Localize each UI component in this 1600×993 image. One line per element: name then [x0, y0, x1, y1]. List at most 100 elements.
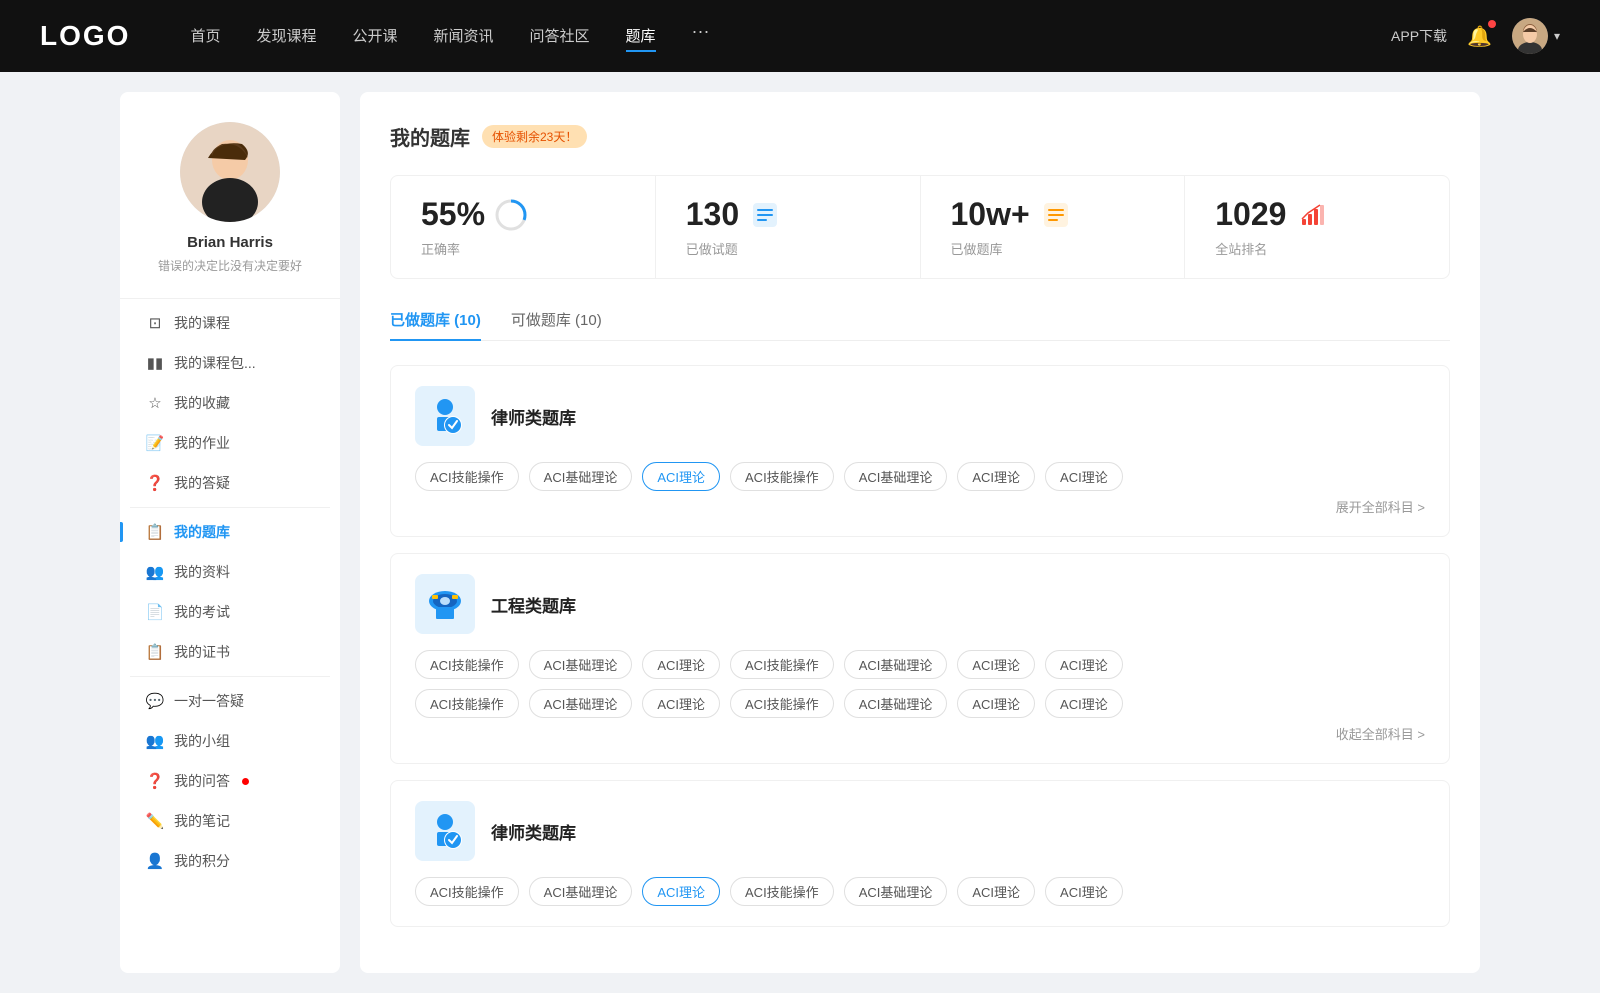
sidebar-item-one-on-one[interactable]: 💬 一对一答疑 [130, 681, 330, 721]
tag[interactable]: ACI技能操作 [730, 877, 834, 906]
sidebar-divider-1 [120, 298, 340, 299]
sidebar-item-favorites[interactable]: ☆ 我的收藏 [130, 383, 330, 423]
tag[interactable]: ACI基础理论 [844, 650, 948, 679]
bank-name-1: 律师类题库 [491, 404, 576, 429]
nav-quiz[interactable]: 题库 [626, 21, 656, 52]
collapse-link[interactable]: 收起全部科目 > [415, 724, 1425, 743]
courses-icon: ⊡ [146, 314, 164, 332]
qa-icon: ❓ [146, 474, 164, 492]
sidebar-item-quiz-bank[interactable]: 📋 我的题库 [130, 512, 330, 552]
sidebar-username: Brian Harris [187, 234, 273, 251]
tag[interactable]: ACI理论 [957, 462, 1035, 491]
sidebar-item-qa[interactable]: ❓ 我的答疑 [130, 463, 330, 503]
tag[interactable]: ACI基础理论 [844, 689, 948, 718]
list-orange-icon [1040, 199, 1072, 231]
stat-ranking: 1029 全站排名 [1185, 176, 1449, 278]
stat-accuracy: 55% 正确率 [391, 176, 656, 278]
bank-card-lawyer-2: 律师类题库 ACI技能操作 ACI基础理论 ACI理论 ACI技能操作 ACI基… [390, 780, 1450, 927]
stat-label-accuracy: 正确率 [421, 239, 625, 258]
sidebar-item-label: 我的考试 [174, 602, 230, 622]
bank-tags-3: ACI技能操作 ACI基础理论 ACI理论 ACI技能操作 ACI基础理论 AC… [415, 877, 1425, 906]
bank-avatar-engineer [415, 574, 475, 634]
homework-icon: 📝 [146, 434, 164, 452]
tag[interactable]: ACI技能操作 [415, 650, 519, 679]
sidebar-item-notes[interactable]: ✏️ 我的笔记 [130, 801, 330, 841]
notification-badge [1488, 20, 1496, 28]
tag[interactable]: ACI技能操作 [415, 462, 519, 491]
tag[interactable]: ACI技能操作 [415, 877, 519, 906]
sidebar-item-label: 我的课程 [174, 313, 230, 333]
tag[interactable]: ACI基础理论 [844, 877, 948, 906]
sidebar-item-points[interactable]: 👤 我的积分 [130, 841, 330, 881]
tag[interactable]: ACI理论 [1045, 462, 1123, 491]
tag[interactable]: ACI技能操作 [730, 650, 834, 679]
sidebar-item-materials[interactable]: 👥 我的资料 [130, 552, 330, 592]
navbar-right: APP下载 🔔 ▾ [1391, 18, 1560, 54]
bank-card-engineer: 工程类题库 ACI技能操作 ACI基础理论 ACI理论 ACI技能操作 ACI基… [390, 553, 1450, 764]
sidebar-divider-3 [130, 676, 330, 677]
nav-news[interactable]: 新闻资讯 [434, 21, 494, 52]
stat-value-banks: 10w+ [951, 196, 1030, 233]
sidebar-item-label: 我的资料 [174, 562, 230, 582]
tag[interactable]: ACI基础理论 [529, 877, 633, 906]
expand-link-1[interactable]: 展开全部科目 > [415, 497, 1425, 516]
stat-value-ranking: 1029 [1215, 196, 1286, 233]
sidebar-item-label: 我的笔记 [174, 811, 230, 831]
sidebar-item-my-courses[interactable]: ⊡ 我的课程 [130, 303, 330, 343]
tag[interactable]: ACI基础理论 [844, 462, 948, 491]
tag[interactable]: ACI技能操作 [730, 689, 834, 718]
sidebar-item-group[interactable]: 👥 我的小组 [130, 721, 330, 761]
tag[interactable]: ACI基础理论 [529, 650, 633, 679]
bank-avatar-lawyer-2 [415, 801, 475, 861]
tag[interactable]: ACI基础理论 [529, 462, 633, 491]
sidebar: Brian Harris 错误的决定比没有决定要好 ⊡ 我的课程 ▮▮ 我的课程… [120, 92, 340, 973]
tag[interactable]: ACI基础理论 [529, 689, 633, 718]
tag[interactable]: ACI理论 [1045, 650, 1123, 679]
sidebar-item-label: 我的题库 [174, 522, 230, 542]
bank-name-3: 律师类题库 [491, 819, 576, 844]
tag-selected[interactable]: ACI理论 [642, 462, 720, 491]
sidebar-item-questions[interactable]: ❓ 我的问答 [130, 761, 330, 801]
tag[interactable]: ACI理论 [957, 689, 1035, 718]
bank-card-header-1: 律师类题库 [415, 386, 1425, 446]
tag[interactable]: ACI理论 [642, 689, 720, 718]
app-download-button[interactable]: APP下载 [1391, 26, 1447, 46]
sidebar-item-homework[interactable]: 📝 我的作业 [130, 423, 330, 463]
sidebar-item-label: 我的积分 [174, 851, 230, 871]
sidebar-item-certificate[interactable]: 📋 我的证书 [130, 632, 330, 672]
sidebar-item-label: 我的问答 [174, 771, 230, 791]
nav-home[interactable]: 首页 [190, 21, 220, 52]
page-title: 我的题库 [390, 122, 470, 151]
tag[interactable]: ACI技能操作 [415, 689, 519, 718]
sidebar-item-label: 我的答疑 [174, 473, 230, 493]
tab-done-banks[interactable]: 已做题库 (10) [390, 309, 481, 340]
nav-courses[interactable]: 发现课程 [256, 21, 316, 52]
tag[interactable]: ACI理论 [1045, 689, 1123, 718]
materials-icon: 👥 [146, 563, 164, 581]
sidebar-motto: 错误的决定比没有决定要好 [158, 257, 302, 274]
bank-name-2: 工程类题库 [491, 592, 576, 617]
sidebar-item-course-package[interactable]: ▮▮ 我的课程包... [130, 343, 330, 383]
tabs-row: 已做题库 (10) 可做题库 (10) [390, 309, 1450, 341]
user-avatar-nav[interactable]: ▾ [1512, 18, 1560, 54]
tag[interactable]: ACI技能操作 [730, 462, 834, 491]
tag[interactable]: ACI理论 [1045, 877, 1123, 906]
tab-available-banks[interactable]: 可做题库 (10) [511, 309, 602, 340]
nav-open[interactable]: 公开课 [352, 21, 397, 52]
chat-icon: 💬 [146, 692, 164, 710]
tag[interactable]: ACI理论 [957, 650, 1035, 679]
stat-top-banks: 10w+ [951, 196, 1155, 233]
star-icon: ☆ [146, 394, 164, 412]
nav-more[interactable]: ··· [692, 21, 710, 52]
tag[interactable]: ACI理论 [957, 877, 1035, 906]
logo[interactable]: LOGO [40, 20, 130, 52]
nav-qa[interactable]: 问答社区 [530, 21, 590, 52]
tag-selected[interactable]: ACI理论 [642, 877, 720, 906]
sidebar-item-exam[interactable]: 📄 我的考试 [130, 592, 330, 632]
list-blue-icon [749, 199, 781, 231]
stat-label-done: 已做试题 [686, 239, 890, 258]
notification-bell[interactable]: 🔔 [1467, 24, 1492, 49]
sidebar-item-label: 一对一答疑 [174, 691, 244, 711]
navbar: LOGO 首页 发现课程 公开课 新闻资讯 问答社区 题库 ··· APP下载 … [0, 0, 1600, 72]
tag[interactable]: ACI理论 [642, 650, 720, 679]
